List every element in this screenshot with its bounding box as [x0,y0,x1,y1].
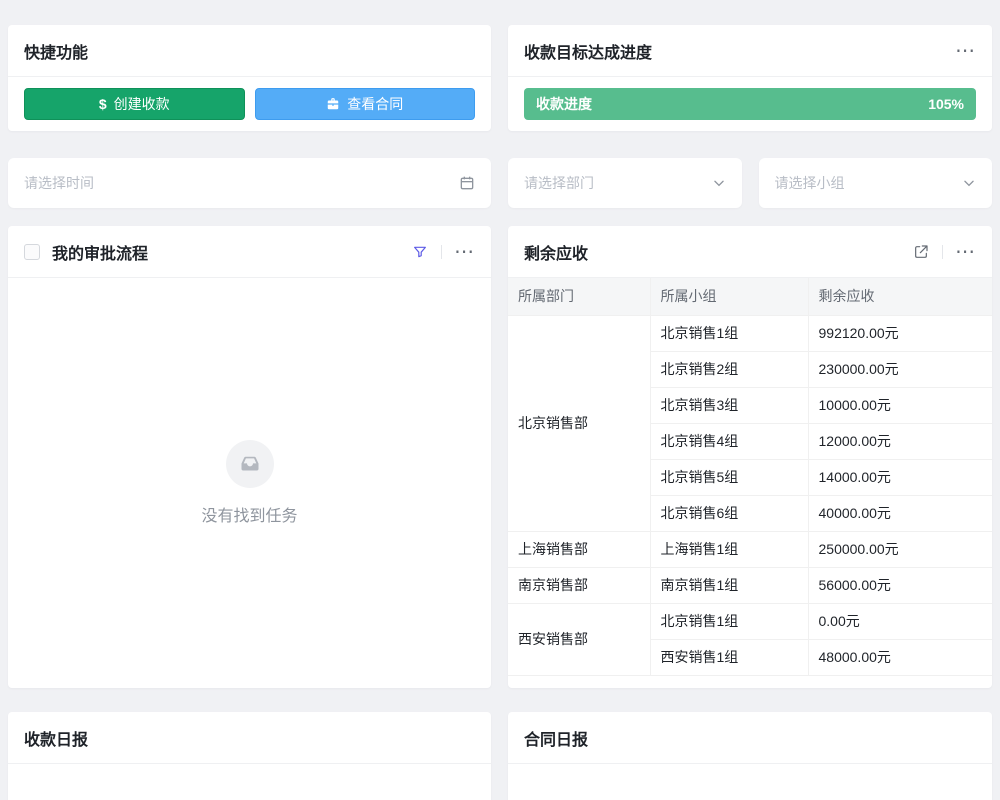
table-row: 南京销售部南京销售1组56000.00元 [508,567,992,603]
time-picker-input[interactable] [24,175,459,191]
time-picker[interactable] [8,158,491,208]
quick-actions-title: 快捷功能 [24,39,88,63]
amount-cell: 230000.00元 [808,351,992,387]
filter-row [8,158,992,208]
group-cell: 北京销售5组 [650,459,808,495]
group-cell: 南京销售1组 [650,567,808,603]
quick-actions-header: 快捷功能 [8,25,491,77]
header-divider [942,245,943,259]
contract-daily-title: 合同日报 [524,726,588,750]
view-contract-button[interactable]: 查看合同 [255,88,476,120]
amount-cell: 992120.00元 [808,315,992,351]
col-group: 所属小组 [650,278,808,315]
briefcase-icon [326,97,340,111]
group-cell: 西安销售1组 [650,639,808,675]
empty-state-text: 没有找到任务 [201,502,297,526]
filter-icon[interactable] [411,243,429,261]
receivable-table-wrap: 所属部门 所属小组 剩余应收 北京销售部北京销售1组992120.00元北京销售… [508,278,992,688]
department-cell: 南京销售部 [508,567,650,603]
approval-header: 我的审批流程 ⋯ [8,226,491,278]
create-payment-label: 创建收款 [114,94,170,114]
amount-cell: 56000.00元 [808,567,992,603]
table-row: 西安销售部北京销售1组0.00元 [508,603,992,639]
table-row: 上海销售部上海销售1组250000.00元 [508,531,992,567]
top-row: 快捷功能 $ 创建收款 查看合同 收款目标达成进度 ⋯ 收款进度 105% [8,25,992,131]
col-department: 所属部门 [508,278,650,315]
payment-daily-body [8,764,491,800]
chevron-down-icon [962,176,976,190]
department-select-input[interactable] [524,175,712,191]
group-cell: 北京销售1组 [650,315,808,351]
amount-cell: 40000.00元 [808,495,992,531]
main-row: 我的审批流程 ⋯ 没有找到任务 剩余应收 ⋯ [8,226,992,688]
dollar-icon: $ [99,96,107,112]
select-pair [508,158,992,208]
progress-bar: 收款进度 105% [524,88,976,120]
amount-cell: 10000.00元 [808,387,992,423]
department-cell: 西安销售部 [508,603,650,675]
contract-daily-body [508,764,992,800]
table-row: 北京销售部北京销售1组992120.00元 [508,315,992,351]
receivable-header: 剩余应收 ⋯ [508,226,992,278]
receivable-table: 所属部门 所属小组 剩余应收 北京销售部北京销售1组992120.00元北京销售… [508,278,992,676]
group-cell: 北京销售1组 [650,603,808,639]
approval-empty-state: 没有找到任务 [8,278,491,688]
bottom-row: 收款日报 合同日报 [8,712,992,800]
more-icon[interactable]: ⋯ [955,242,976,262]
approval-checkbox[interactable] [24,244,40,260]
amount-cell: 12000.00元 [808,423,992,459]
header-divider [441,245,442,259]
group-cell: 北京销售4组 [650,423,808,459]
payment-daily-title: 收款日报 [24,726,88,750]
amount-cell: 14000.00元 [808,459,992,495]
more-icon[interactable]: ⋯ [955,41,976,61]
more-icon[interactable]: ⋯ [454,242,475,262]
contract-daily-header: 合同日报 [508,712,992,764]
calendar-icon [459,175,475,191]
quick-actions-card: 快捷功能 $ 创建收款 查看合同 [8,25,491,131]
payment-daily-card: 收款日报 [8,712,491,800]
progress-bar-label: 收款进度 [536,94,592,114]
col-amount: 剩余应收 [808,278,992,315]
approval-card: 我的审批流程 ⋯ 没有找到任务 [8,226,491,688]
receivable-table-body: 北京销售部北京销售1组992120.00元北京销售2组230000.00元北京销… [508,315,992,675]
payment-daily-header: 收款日报 [8,712,491,764]
department-cell: 上海销售部 [508,531,650,567]
group-cell: 上海销售1组 [650,531,808,567]
table-header-row: 所属部门 所属小组 剩余应收 [508,278,992,315]
approval-title: 我的审批流程 [52,240,148,264]
contract-daily-card: 合同日报 [508,712,992,800]
department-cell: 北京销售部 [508,315,650,531]
view-contract-label: 查看合同 [347,94,403,114]
progress-header: 收款目标达成进度 ⋯ [508,25,992,77]
group-cell: 北京销售2组 [650,351,808,387]
receivable-title: 剩余应收 [524,240,588,264]
quick-actions-body: $ 创建收款 查看合同 [8,77,491,131]
chevron-down-icon [712,176,726,190]
group-cell: 北京销售3组 [650,387,808,423]
amount-cell: 0.00元 [808,603,992,639]
amount-cell: 48000.00元 [808,639,992,675]
group-select[interactable] [759,158,993,208]
progress-card: 收款目标达成进度 ⋯ 收款进度 105% [508,25,992,131]
empty-inbox-icon [226,440,274,488]
department-select[interactable] [508,158,742,208]
progress-bar-value: 105% [928,96,964,112]
progress-body: 收款进度 105% [508,77,992,131]
group-select-input[interactable] [775,175,963,191]
external-link-icon[interactable] [912,243,930,261]
amount-cell: 250000.00元 [808,531,992,567]
group-cell: 北京销售6组 [650,495,808,531]
create-payment-button[interactable]: $ 创建收款 [24,88,245,120]
progress-title: 收款目标达成进度 [524,39,652,63]
receivable-card: 剩余应收 ⋯ 所属部门 所属小组 剩余应收 北京销售部北京销售1组992120.… [508,226,992,688]
